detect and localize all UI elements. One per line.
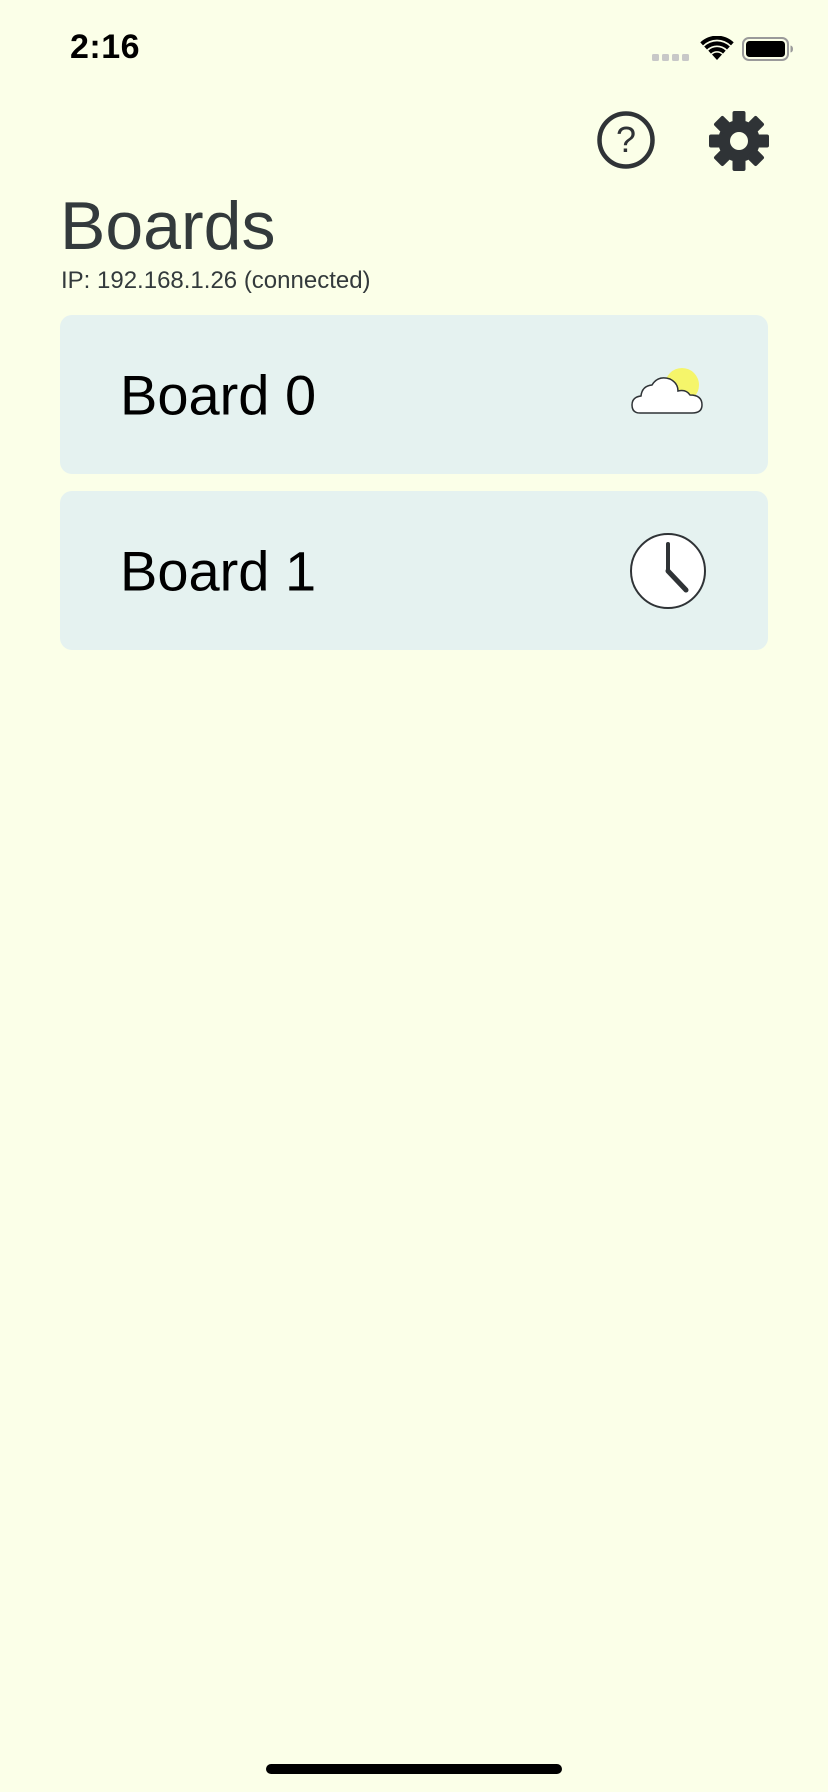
top-actions: ? bbox=[0, 110, 828, 174]
gear-icon bbox=[709, 111, 769, 171]
status-time: 2:16 bbox=[70, 28, 141, 66]
connection-status: IP: 192.168.1.26 (connected) bbox=[61, 267, 371, 294]
help-button[interactable]: ? bbox=[596, 110, 656, 170]
settings-button[interactable] bbox=[708, 110, 770, 172]
battery-icon bbox=[742, 37, 793, 61]
status-bar: 2:16 bbox=[0, 0, 828, 100]
svg-text:?: ? bbox=[616, 119, 636, 160]
home-indicator bbox=[266, 1764, 562, 1774]
board-label: Board 0 bbox=[120, 363, 317, 426]
partly-cloudy-icon bbox=[631, 367, 703, 414]
wifi-icon bbox=[700, 36, 734, 60]
board-label: Board 1 bbox=[120, 539, 317, 602]
clock-icon bbox=[630, 532, 706, 609]
board-card-0[interactable]: Board 0 bbox=[60, 315, 768, 474]
board-card-1[interactable]: Board 1 bbox=[60, 491, 768, 650]
help-circle-icon: ? bbox=[597, 111, 655, 169]
page-title: Boards bbox=[60, 188, 276, 264]
cellular-signal-icon bbox=[652, 54, 689, 61]
board-list: Board 0 Board 1 bbox=[60, 315, 768, 667]
